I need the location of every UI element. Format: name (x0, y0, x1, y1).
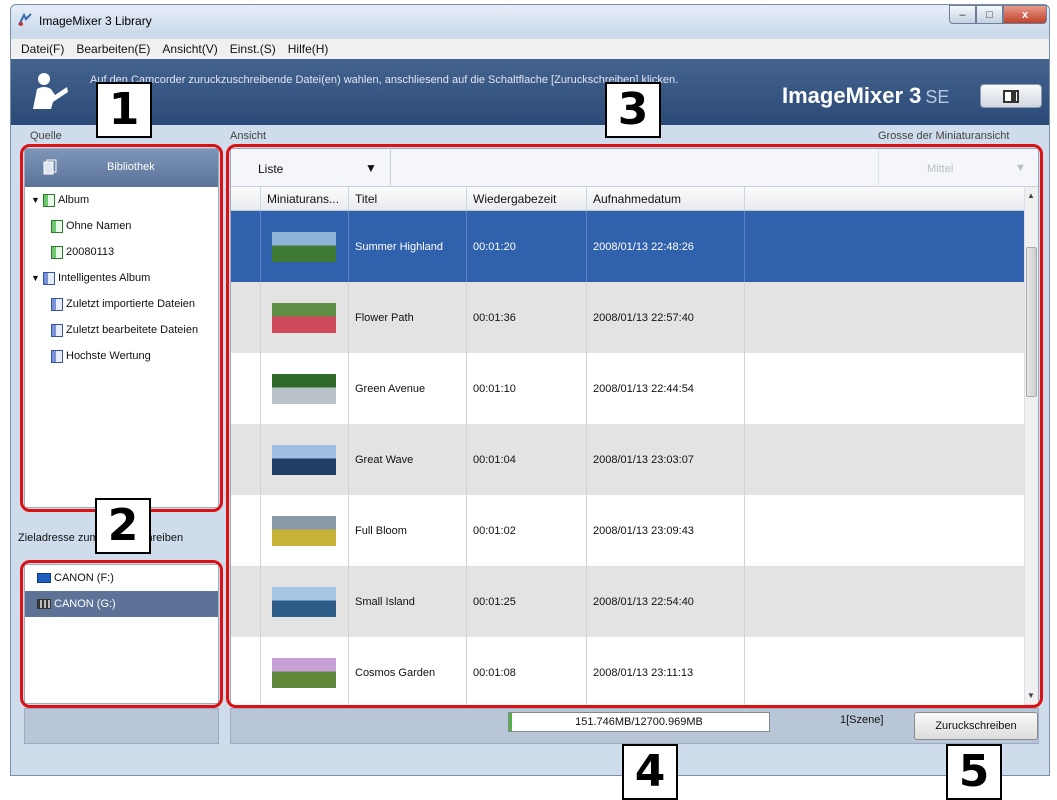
app-icon (18, 13, 32, 26)
logo-suffix: SE (925, 87, 950, 107)
thumb-size-label: Grosse der Miniaturansicht (878, 130, 1010, 142)
callout-number-5: 5 (946, 744, 1002, 800)
logo-text: ImageMixer 3 (782, 83, 922, 108)
maximize-button[interactable]: □ (976, 5, 1003, 24)
instruction-text: Auf den Camcorder zuruckzuschreibende Da… (90, 74, 679, 86)
header-banner: Auf den Camcorder zuruckzuschreibende Da… (11, 59, 1049, 125)
callout-number-3: 3 (605, 82, 661, 138)
callout-frame-1 (20, 144, 223, 512)
callout-number-1: 1 (96, 82, 152, 138)
callout-number-2: 2 (95, 498, 151, 554)
source-label: Quelle (30, 130, 62, 142)
menu-einst[interactable]: Einst.(S) (224, 42, 282, 56)
status-bar-left (24, 708, 219, 744)
minimize-button[interactable]: – (949, 5, 976, 24)
callout-number-4: 4 (622, 744, 678, 800)
close-button[interactable]: x (1003, 5, 1047, 24)
title-bar[interactable]: ImageMixer 3 Library – □ x (11, 5, 1049, 35)
layout-toggle-button[interactable] (980, 84, 1042, 108)
write-back-button[interactable]: Zuruckschreiben (914, 712, 1038, 740)
menu-bearbeiten[interactable]: Bearbeiten(E) (70, 42, 156, 56)
scene-count: 1[Szene] (840, 714, 884, 726)
person-icon (33, 73, 68, 109)
capacity-bar: 151.746MB/12700.969MB (508, 712, 770, 732)
panel-icon (1003, 90, 1019, 103)
menu-datei[interactable]: Datei(F) (15, 42, 70, 56)
callout-frame-3 (226, 144, 1043, 708)
window-controls: – □ x (949, 5, 1047, 24)
window-title: ImageMixer 3 Library (39, 14, 152, 28)
capacity-text: 151.746MB/12700.969MB (575, 716, 703, 728)
view-label: Ansicht (230, 130, 267, 142)
menu-bar: Datei(F) Bearbeiten(E) Ansicht(V) Einst.… (11, 39, 1049, 59)
menu-ansicht[interactable]: Ansicht(V) (156, 42, 223, 56)
callout-frame-2 (20, 560, 223, 708)
product-logo: ImageMixer 3 SE (782, 83, 949, 109)
menu-hilfe[interactable]: Hilfe(H) (282, 42, 335, 56)
